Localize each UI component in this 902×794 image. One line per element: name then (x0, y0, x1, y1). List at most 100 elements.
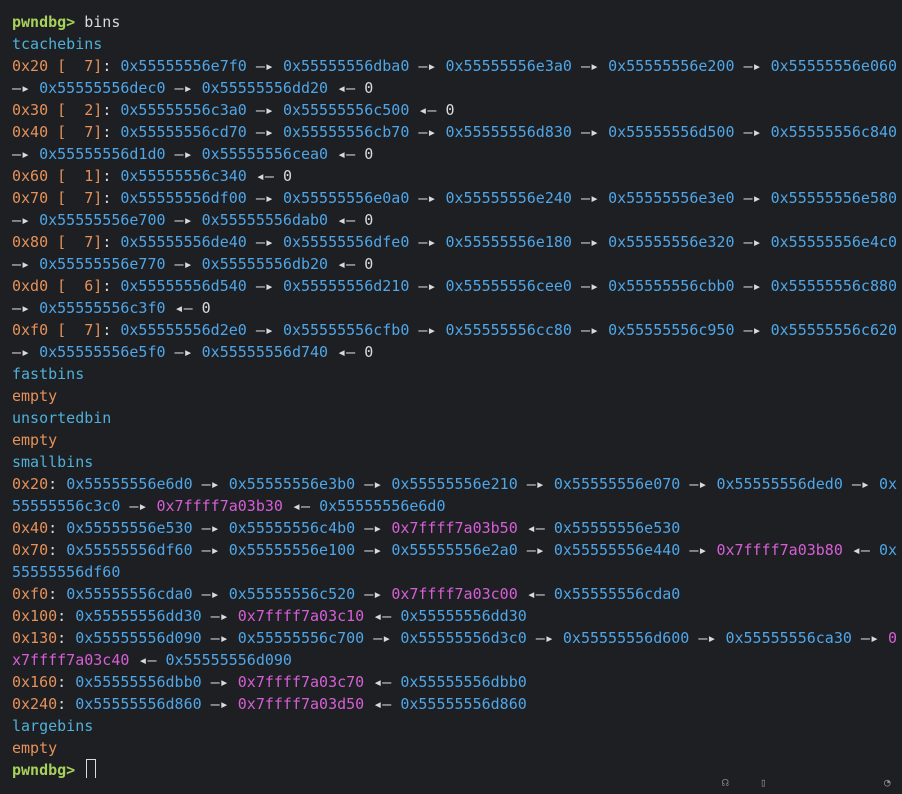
arrow: : (48, 585, 67, 603)
bracket: [ (48, 123, 67, 141)
smallbin-line: 0x160: 0x55555556dbb0 —▸ 0x7ffff7a03c70 … (12, 671, 894, 693)
null-terminator: 0 (364, 211, 374, 229)
bracket: [ (48, 321, 67, 339)
chunk-address: 0x55555556de40 (120, 233, 247, 251)
arrow: —▸ (571, 57, 609, 75)
bin-size: 0x40 (12, 123, 49, 141)
null-terminator: 0 (282, 167, 292, 185)
bin-size: 0xd0 (12, 277, 49, 295)
chunk-address: 0x55555556dd30 (75, 607, 202, 625)
bracket: [ (48, 167, 67, 185)
chunk-address: 0x55555556dec0 (39, 79, 166, 97)
bin-count: 2 (66, 101, 94, 119)
bracket: [ (48, 233, 67, 251)
tcache-bin-line: —▸ 0x55555556c3f0 ◂— 0 (12, 297, 894, 319)
chunk-address: 0x55555556c880 (770, 277, 898, 295)
arrow: —▸ (12, 299, 40, 317)
arrow: —▸ (192, 475, 229, 493)
largebins-heading: largebins (12, 717, 94, 735)
chunk-address: 0x55555556e530 (553, 519, 681, 537)
arrow: —▸ (12, 211, 40, 229)
chunk-address: 0x55555556e180 (445, 233, 572, 251)
chunk-address: 0x55555556e3b0 (228, 475, 356, 493)
separator: : (102, 123, 121, 141)
terminal-cursor[interactable] (86, 759, 97, 779)
chunk-address: 0x55555556c950 (608, 321, 735, 339)
largebins-empty: empty (12, 739, 58, 757)
chunk-address: 0x55555556cda0 (553, 585, 681, 603)
null-terminator: 0 (364, 79, 374, 97)
chunk-address: 0x55555556db20 (201, 255, 329, 273)
arrow: —▸ (165, 211, 202, 229)
bin-size: 0x30 (12, 101, 49, 119)
bracket: [ (48, 189, 67, 207)
arrow: —▸ (120, 497, 157, 515)
smallbin-line: 0x20: 0x55555556e6d0 —▸ 0x55555556e3b0 —… (12, 473, 898, 495)
bin-count: 7 (66, 123, 94, 141)
command-text: bins (84, 13, 121, 31)
tcache-bin-line: —▸ 0x55555556d1d0 —▸ 0x55555556cea0 ◂— 0 (12, 143, 894, 165)
arrow: : (57, 607, 76, 625)
chunk-address: 0x55555556d830 (445, 123, 572, 141)
arrow: ◂— (129, 651, 166, 669)
arrow: ◂— (328, 79, 365, 97)
chunk-address: 0 (888, 629, 898, 647)
chunk-address: 0x55555556e700 (39, 211, 166, 229)
chunk-address: 0x55555556dab0 (201, 211, 329, 229)
chunk-address: 0x55555556dba0 (282, 57, 410, 75)
fastbins-empty: empty (12, 387, 58, 405)
arrow: —▸ (409, 277, 446, 295)
arrow: : (48, 541, 67, 559)
bin-count: 7 (66, 233, 94, 251)
arrow: —▸ (526, 629, 563, 647)
chunk-address: 0x7ffff7a03c70 (237, 673, 365, 691)
chunk-address: 0x7ffff7a03b50 (391, 519, 518, 537)
notification-icon[interactable]: ◔ (884, 772, 891, 794)
smallbin-line: x7ffff7a03c40 ◂— 0x55555556d090 (12, 649, 894, 671)
arrow: —▸ (246, 321, 283, 339)
arrow: ◂— (165, 299, 202, 317)
separator: : (102, 189, 121, 207)
document-icon[interactable]: ▯ (760, 772, 767, 794)
arrow: —▸ (571, 233, 609, 251)
chunk-address: 0x55555556dd30 (400, 607, 527, 625)
chunk-address: 0x55555556d540 (120, 277, 247, 295)
arrow: ◂— (246, 167, 283, 185)
bin-count: 1 (66, 167, 94, 185)
chunk-address: 0x55555556e060 (770, 57, 898, 75)
bin-size: 0x20 (12, 475, 49, 493)
arrow: —▸ (571, 189, 609, 207)
chunk-address: 0x (879, 475, 898, 493)
arrow: —▸ (201, 629, 238, 647)
bin-size: 0x70 (12, 541, 49, 559)
tcache-bin-line: 0xd0 [ 6]: 0x55555556d540 —▸ 0x55555556d… (12, 275, 898, 297)
chunk-address: 0x55555556e530 (66, 519, 193, 537)
arrow: —▸ (165, 145, 202, 163)
arrow: —▸ (192, 519, 229, 537)
chunk-address: 0x7ffff7a03d50 (237, 695, 365, 713)
chunk-address: 0x55555556cc80 (445, 321, 572, 339)
chunk-address: 0x55555556dd20 (201, 79, 329, 97)
arrow: —▸ (409, 123, 446, 141)
bin-size: 0x240 (12, 695, 58, 713)
tcache-bin-line: —▸ 0x55555556e5f0 —▸ 0x55555556d740 ◂— 0 (12, 341, 894, 363)
tcache-bin-line: —▸ 0x55555556e770 —▸ 0x55555556db20 ◂— 0 (12, 253, 894, 275)
chunk-address: 55555556c3c0 (12, 497, 121, 515)
chunk-address: 0x7ffff7a03b30 (156, 497, 283, 515)
arrow: —▸ (571, 123, 609, 141)
arrow: —▸ (734, 123, 771, 141)
prompt: pwndbg> (12, 13, 76, 31)
chunk-address: 0x55555556d090 (75, 629, 202, 647)
chunk-address: x7ffff7a03c40 (12, 651, 130, 669)
smallbin-line: 55555556df60 (12, 561, 894, 583)
null-terminator: 0 (364, 255, 374, 273)
copilot-icon[interactable]: ☊ (722, 772, 729, 794)
arrow: —▸ (246, 123, 283, 141)
arrow: —▸ (409, 189, 446, 207)
arrow: —▸ (517, 541, 554, 559)
arrow: ◂— (364, 673, 401, 691)
separator: : (102, 277, 121, 295)
arrow: —▸ (165, 79, 202, 97)
fastbins-heading: fastbins (12, 365, 85, 383)
